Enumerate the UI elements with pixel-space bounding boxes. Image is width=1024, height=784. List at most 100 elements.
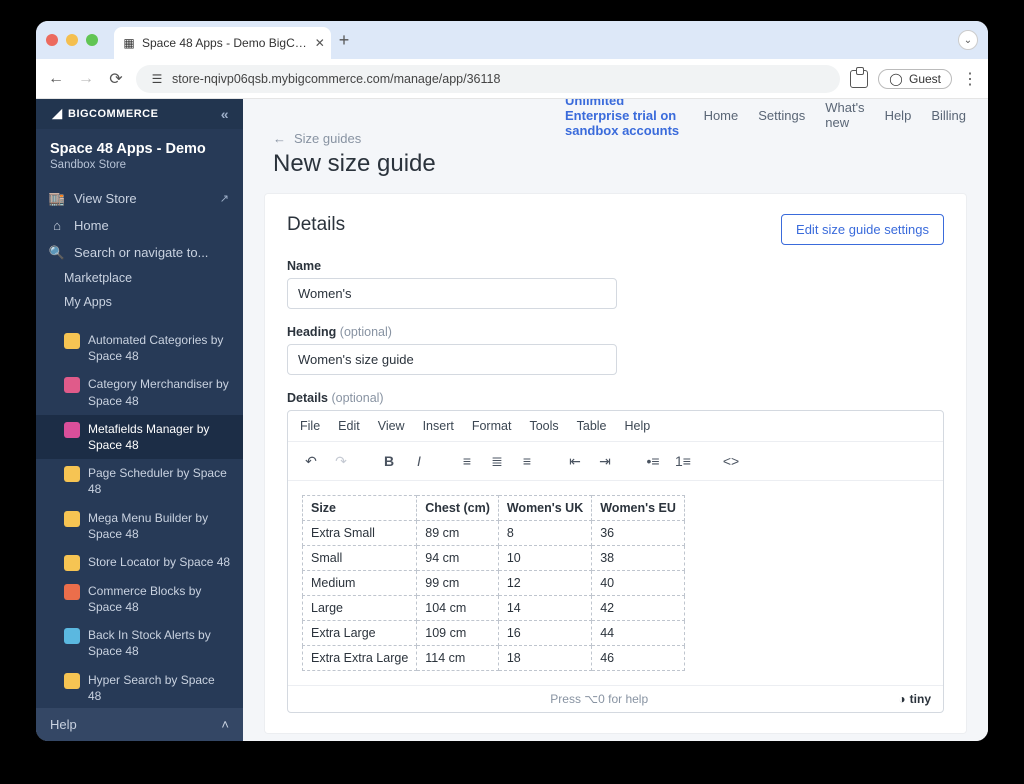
table-cell[interactable]: 12: [498, 571, 591, 596]
sidebar-item-my-apps[interactable]: My Apps: [36, 290, 243, 314]
bullet-list-button[interactable]: •≡: [640, 448, 666, 474]
topnav-whatsnew[interactable]: What's new: [825, 100, 864, 130]
size-table[interactable]: SizeChest (cm)Women's UKWomen's EU Extra…: [302, 495, 685, 671]
tabstrip-menu-button[interactable]: ⌄: [958, 30, 978, 50]
tab-close-icon[interactable]: ✕: [315, 36, 325, 50]
sidebar-help[interactable]: Help ˄: [36, 708, 243, 741]
table-cell[interactable]: 10: [498, 546, 591, 571]
forward-button[interactable]: →: [76, 70, 96, 88]
table-cell[interactable]: 18: [498, 646, 591, 671]
site-settings-icon[interactable]: ☰: [150, 72, 164, 86]
align-left-button[interactable]: ≡: [454, 448, 480, 474]
table-cell[interactable]: 40: [592, 571, 685, 596]
maximize-window-button[interactable]: [86, 34, 98, 46]
table-cell[interactable]: Large: [303, 596, 417, 621]
table-cell[interactable]: 94 cm: [417, 546, 499, 571]
topnav-help[interactable]: Help: [885, 108, 912, 123]
editor-body[interactable]: SizeChest (cm)Women's UKWomen's EU Extra…: [288, 481, 943, 685]
editor-menubar: File Edit View Insert Format Tools Table Help: [288, 411, 943, 442]
sidebar-app-item[interactable]: Store Locator by Space 48: [36, 548, 243, 577]
table-cell[interactable]: Medium: [303, 571, 417, 596]
sidebar-app-item[interactable]: Automated Categories by Space 48: [36, 326, 243, 370]
topnav-home[interactable]: Home: [704, 108, 739, 123]
sidebar-app-item[interactable]: Metafields Manager by Space 48: [36, 415, 243, 459]
table-cell[interactable]: Extra Large: [303, 621, 417, 646]
extensions-icon[interactable]: [850, 70, 868, 88]
table-row[interactable]: Extra Small89 cm836: [303, 521, 685, 546]
indent-button[interactable]: ⇥: [592, 448, 618, 474]
table-cell[interactable]: 114 cm: [417, 646, 499, 671]
table-cell[interactable]: 16: [498, 621, 591, 646]
editor-menu-item[interactable]: Edit: [338, 419, 360, 433]
table-cell[interactable]: 109 cm: [417, 621, 499, 646]
table-header-cell[interactable]: Women's UK: [498, 496, 591, 521]
table-cell[interactable]: 99 cm: [417, 571, 499, 596]
table-cell[interactable]: 8: [498, 521, 591, 546]
minimize-window-button[interactable]: [66, 34, 78, 46]
table-cell[interactable]: Extra Small: [303, 521, 417, 546]
table-cell[interactable]: Small: [303, 546, 417, 571]
editor-menu-item[interactable]: Format: [472, 419, 512, 433]
table-row[interactable]: Medium99 cm1240: [303, 571, 685, 596]
sidebar-app-item[interactable]: Hyper Search by Space 48: [36, 666, 243, 708]
numbered-list-button[interactable]: 1≡: [670, 448, 696, 474]
close-window-button[interactable]: [46, 34, 58, 46]
editor-menu-item[interactable]: Tools: [529, 419, 558, 433]
back-button[interactable]: ←: [46, 70, 66, 88]
editor-menu-item[interactable]: View: [378, 419, 405, 433]
table-cell[interactable]: 46: [592, 646, 685, 671]
sidebar-item-home[interactable]: ⌂ Home: [36, 212, 243, 239]
sidebar-app-item[interactable]: Page Scheduler by Space 48: [36, 459, 243, 503]
editor-menu-item[interactable]: Table: [577, 419, 607, 433]
table-row[interactable]: Extra Large109 cm1644: [303, 621, 685, 646]
edit-size-guide-settings-button[interactable]: Edit size guide settings: [781, 214, 944, 245]
table-header-cell[interactable]: Women's EU: [592, 496, 685, 521]
table-header-cell[interactable]: Size: [303, 496, 417, 521]
sidebar-app-item[interactable]: Back In Stock Alerts by Space 48: [36, 621, 243, 665]
sidebar-app-item[interactable]: Category Merchandiser by Space 48: [36, 370, 243, 414]
table-row[interactable]: Small94 cm1038: [303, 546, 685, 571]
topnav-billing[interactable]: Billing: [931, 108, 966, 123]
table-cell[interactable]: 36: [592, 521, 685, 546]
table-cell[interactable]: Extra Extra Large: [303, 646, 417, 671]
profile-button[interactable]: ◯ Guest: [878, 69, 952, 89]
reload-button[interactable]: ⟳: [106, 69, 126, 89]
table-cell[interactable]: 104 cm: [417, 596, 499, 621]
redo-button[interactable]: ↷: [328, 448, 354, 474]
undo-button[interactable]: ↶: [298, 448, 324, 474]
sidebar-collapse-button[interactable]: «: [221, 106, 229, 122]
table-cell[interactable]: 38: [592, 546, 685, 571]
editor-menu-item[interactable]: File: [300, 419, 320, 433]
italic-button[interactable]: I: [406, 448, 432, 474]
table-header-cell[interactable]: Chest (cm): [417, 496, 499, 521]
tiny-brand[interactable]: ◑ tiny: [898, 692, 931, 706]
sidebar-item-view-store[interactable]: 🏬 View Store ↗: [36, 185, 243, 212]
table-cell[interactable]: 14: [498, 596, 591, 621]
browser-menu-button[interactable]: ⋮: [962, 69, 978, 89]
table-row[interactable]: Extra Extra Large114 cm1846: [303, 646, 685, 671]
table-cell[interactable]: 89 cm: [417, 521, 499, 546]
url-input[interactable]: ☰ store-nqivp06qsb.mybigcommerce.com/man…: [136, 65, 840, 93]
sidebar-app-item[interactable]: Commerce Blocks by Space 48: [36, 577, 243, 621]
align-center-button[interactable]: ≣: [484, 448, 510, 474]
browser-tab[interactable]: ▦ Space 48 Apps - Demo BigC… ✕: [114, 27, 331, 59]
sidebar-search[interactable]: 🔍 Search or navigate to...: [36, 239, 243, 266]
code-view-button[interactable]: <>: [718, 448, 744, 474]
sidebar-item-marketplace[interactable]: Marketplace: [36, 266, 243, 290]
topnav-settings[interactable]: Settings: [758, 108, 805, 123]
editor-menu-item[interactable]: Help: [625, 419, 651, 433]
table-cell[interactable]: 44: [592, 621, 685, 646]
sidebar-app-item[interactable]: Mega Menu Builder by Space 48: [36, 504, 243, 548]
editor-menu-item[interactable]: Insert: [423, 419, 454, 433]
new-tab-button[interactable]: +: [339, 30, 350, 51]
table-cell[interactable]: 42: [592, 596, 685, 621]
bold-button[interactable]: B: [376, 448, 402, 474]
table-row[interactable]: Large104 cm1442: [303, 596, 685, 621]
breadcrumb[interactable]: ← Size guides: [243, 131, 988, 146]
brand-text: BIGCOMMERCE: [68, 108, 158, 120]
name-input[interactable]: [287, 278, 617, 309]
help-label: Help: [50, 717, 77, 732]
align-right-button[interactable]: ≡: [514, 448, 540, 474]
outdent-button[interactable]: ⇤: [562, 448, 588, 474]
heading-input[interactable]: [287, 344, 617, 375]
